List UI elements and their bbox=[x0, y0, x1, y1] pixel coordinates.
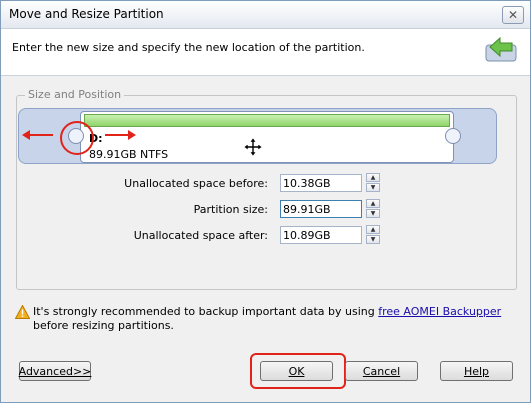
before-input[interactable]: 10.38GB bbox=[280, 174, 362, 192]
handle-highlight-circle bbox=[60, 121, 94, 155]
advanced-label: Advanced>> bbox=[18, 364, 92, 378]
left-arrow-icon bbox=[22, 130, 53, 140]
close-button[interactable]: ✕ bbox=[502, 6, 524, 24]
size-label: Partition size: bbox=[193, 203, 268, 216]
before-spinner[interactable]: ▲ ▼ bbox=[366, 173, 380, 193]
cancel-button[interactable]: Cancel bbox=[345, 361, 418, 381]
ok-label: OK bbox=[288, 364, 305, 378]
window-title: Move and Resize Partition bbox=[9, 7, 164, 21]
before-label: Unallocated space before: bbox=[124, 177, 268, 190]
drive-info: 89.91GB NTFS bbox=[89, 148, 169, 161]
partition-usage-bar bbox=[84, 114, 450, 127]
warning-icon bbox=[15, 305, 30, 319]
move-cursor-icon bbox=[243, 137, 263, 157]
help-label: Help bbox=[463, 364, 490, 378]
advanced-button[interactable]: Advanced>> bbox=[19, 361, 91, 381]
cancel-label: Cancel bbox=[362, 364, 401, 378]
right-arrow-icon bbox=[105, 130, 136, 140]
right-resize-handle[interactable] bbox=[445, 128, 461, 144]
after-spinner[interactable]: ▲ ▼ bbox=[366, 225, 380, 245]
size-input[interactable]: 89.91GB bbox=[280, 200, 362, 218]
instruction-text: Enter the new size and specify the new l… bbox=[12, 41, 365, 54]
help-button[interactable]: Help bbox=[440, 361, 513, 381]
ok-button[interactable]: OK bbox=[260, 361, 333, 381]
size-spinner[interactable]: ▲ ▼ bbox=[366, 199, 380, 219]
backupper-link[interactable]: free AOMEI Backupper bbox=[378, 305, 501, 318]
warning-message: It's strongly recommended to backup impo… bbox=[33, 305, 513, 333]
header-panel: Enter the new size and specify the new l… bbox=[1, 29, 530, 76]
back-arrow-icon bbox=[485, 36, 517, 62]
after-input[interactable]: 10.89GB bbox=[280, 226, 362, 244]
warning-text-after: before resizing partitions. bbox=[33, 319, 174, 332]
warning-text-before: It's strongly recommended to backup impo… bbox=[33, 305, 379, 318]
group-label: Size and Position bbox=[25, 88, 125, 101]
after-label: Unallocated space after: bbox=[133, 229, 268, 242]
partition-block[interactable]: D: 89.91GB NTFS bbox=[80, 111, 454, 163]
title-bar: Move and Resize Partition ✕ bbox=[1, 1, 530, 29]
